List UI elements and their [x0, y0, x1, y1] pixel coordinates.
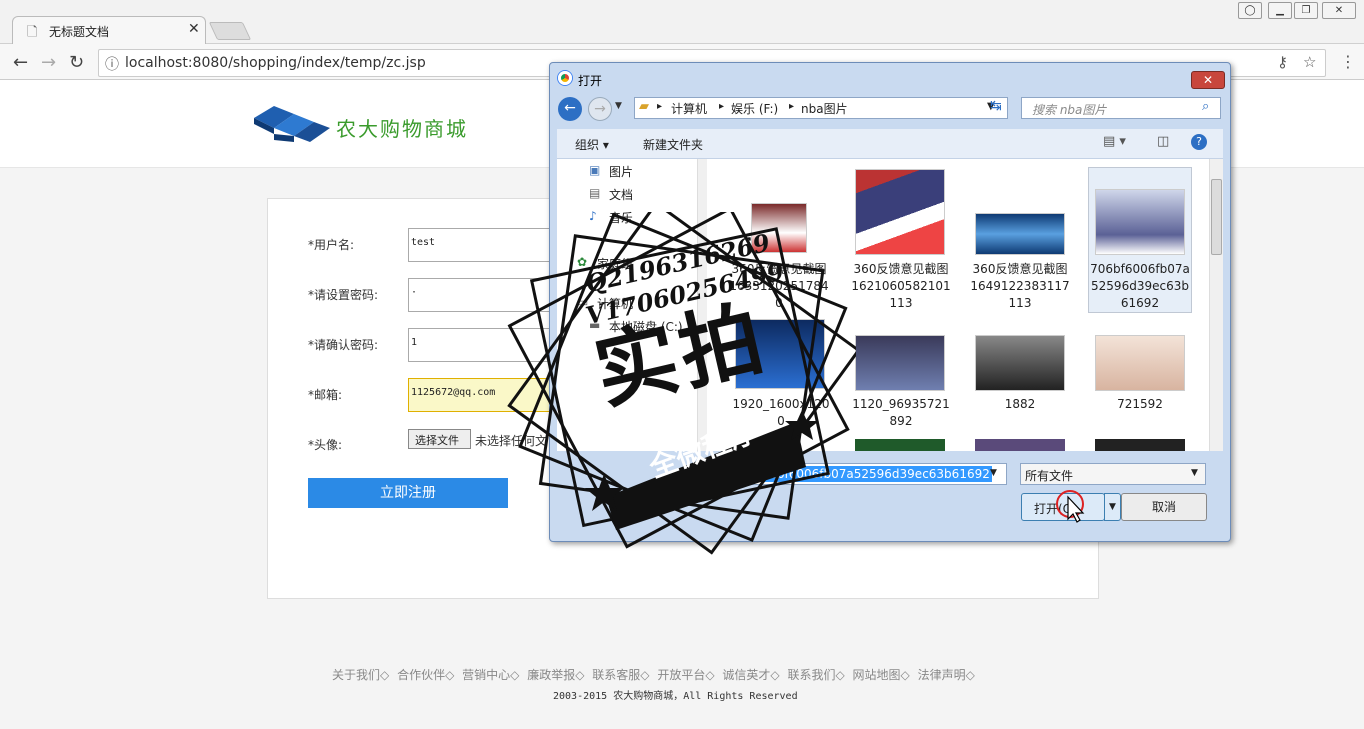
avatar-label: *头像:: [308, 438, 343, 452]
footer-link[interactable]: 廉政举报◇: [527, 668, 584, 682]
maximize-button[interactable]: ❐: [1294, 2, 1318, 19]
email-label: *邮箱:: [308, 388, 343, 402]
open-split-dropdown[interactable]: ▼: [1104, 493, 1121, 521]
search-icon[interactable]: ⌕: [1202, 99, 1209, 114]
dialog-toolbar: 组织 ▾ 新建文件夹 ▤ ▾ ◫ ?: [557, 129, 1223, 159]
tab-close-icon[interactable]: ✕: [188, 21, 200, 37]
history-dropdown-icon[interactable]: ▼: [615, 101, 622, 111]
file-thumbnail[interactable]: [1095, 439, 1185, 451]
scrollbar-thumb[interactable]: [1211, 179, 1222, 255]
file-thumbnail[interactable]: [1095, 335, 1185, 391]
reload-icon[interactable]: ↻: [69, 52, 84, 73]
file-name[interactable]: 360反馈意见截图1621060582101 113: [851, 261, 951, 312]
menu-icon[interactable]: ⋮: [1340, 52, 1356, 71]
new-folder-button[interactable]: 新建文件夹: [643, 136, 703, 153]
user-icon[interactable]: ◯: [1238, 2, 1262, 19]
footer-link[interactable]: 合作伙伴◇: [397, 668, 454, 682]
forward-icon[interactable]: →: [588, 97, 612, 121]
file-thumbnail[interactable]: [855, 169, 945, 255]
breadcrumb-item[interactable]: 娱乐 (F:): [731, 100, 778, 117]
site-logo-text: 农大购物商城: [336, 117, 468, 141]
file-name[interactable]: 721592: [1090, 396, 1190, 413]
cancel-button[interactable]: 取消: [1121, 493, 1207, 521]
confirm-password-label: *请确认密码:: [308, 338, 379, 352]
nav-item-pictures[interactable]: 图片: [609, 163, 633, 180]
back-icon[interactable]: ←: [13, 52, 28, 73]
filetype-select[interactable]: 所有文件 ▼: [1020, 463, 1206, 485]
breadcrumb-item[interactable]: nba图片: [801, 100, 848, 117]
key-icon[interactable]: ⚷: [1277, 53, 1288, 71]
browser-tab[interactable]: 🗋 无标题文档 ✕: [12, 16, 206, 45]
dialog-title: 打开: [578, 74, 603, 88]
file-thumbnail[interactable]: [855, 439, 945, 451]
back-icon[interactable]: ←: [558, 97, 582, 121]
refresh-icon[interactable]: ↹: [990, 98, 1002, 114]
minimize-button[interactable]: ▁: [1268, 2, 1292, 19]
pictures-icon: ▣: [589, 163, 601, 177]
tab-bar: 🗋 无标题文档 ✕ ◯ ▁ ❐ ✕: [0, 0, 1364, 45]
view-icon[interactable]: ▤ ▾: [1103, 134, 1126, 149]
file-thumbnail[interactable]: [855, 335, 945, 391]
file-thumbnail[interactable]: [975, 335, 1065, 391]
footer-link[interactable]: 联系我们◇: [787, 668, 844, 682]
forward-icon[interactable]: →: [41, 52, 56, 73]
breadcrumb-arrow: ▸: [657, 101, 663, 112]
filetype-value: 所有文件: [1025, 469, 1074, 483]
username-label: *用户名:: [308, 238, 355, 252]
organize-menu[interactable]: 组织 ▾: [575, 136, 609, 153]
new-tab-button[interactable]: [208, 22, 252, 40]
mouse-cursor-icon: [1056, 490, 1085, 523]
footer-link[interactable]: 营销中心◇: [462, 668, 519, 682]
file-thumbnail[interactable]: [975, 213, 1065, 255]
documents-icon: ▤: [589, 186, 601, 200]
breadcrumb-arrow: ▸: [719, 101, 725, 112]
tab-title: 无标题文档: [49, 25, 110, 39]
footer-links: 关于我们◇ 合作伙伴◇ 营销中心◇ 廉政举报◇ 联系客服◇ 开放平台◇ 诚信英才…: [332, 666, 979, 683]
chevron-down-icon[interactable]: ▼: [1191, 468, 1198, 478]
file-name[interactable]: 706bf6006fb07a52596d39ec63b61692: [1090, 261, 1190, 312]
file-name[interactable]: 1120_96935721892: [851, 396, 951, 430]
preview-pane-icon[interactable]: ◫: [1157, 134, 1169, 149]
file-name[interactable]: 1882: [970, 396, 1070, 413]
copyright-text: 2003-2015 农大购物商城，All Rights Reserved: [553, 691, 798, 702]
logo-icon: [254, 106, 330, 142]
file-name[interactable]: 360反馈意见截图1649122383117 113: [970, 261, 1070, 312]
footer-link[interactable]: 联系客服◇: [592, 668, 649, 682]
folder-icon: ▰: [639, 99, 649, 114]
file-list-scrollbar[interactable]: [1209, 159, 1223, 451]
address-breadcrumb[interactable]: ▰ ▸ 计算机 ▸ 娱乐 (F:) ▸ nba图片 ▼: [634, 97, 1008, 119]
page-icon: 🗋: [27, 25, 38, 40]
breadcrumb-arrow: ▸: [789, 101, 795, 112]
footer-link[interactable]: 开放平台◇: [657, 668, 714, 682]
password-label: *请设置密码:: [308, 288, 379, 302]
footer-link[interactable]: 诚信英才◇: [722, 668, 779, 682]
url-text: localhost:8080/shopping/index/temp/zc.js…: [125, 55, 426, 71]
choose-file-button[interactable]: 选择文件: [408, 429, 471, 449]
footer-link[interactable]: 关于我们◇: [332, 668, 389, 682]
breadcrumb-item[interactable]: 计算机: [671, 100, 707, 117]
close-window-button[interactable]: ✕: [1322, 2, 1356, 19]
file-thumbnail[interactable]: [1095, 189, 1185, 255]
nav-item-documents[interactable]: 文档: [609, 186, 633, 203]
footer-link[interactable]: 网站地图◇: [853, 668, 910, 682]
dialog-search-input[interactable]: 搜索 nba图片: [1021, 97, 1221, 119]
file-thumbnail[interactable]: [975, 439, 1065, 451]
chevron-down-icon[interactable]: ▼: [990, 468, 997, 478]
dialog-close-button[interactable]: ✕: [1191, 71, 1225, 89]
info-icon[interactable]: ⓘ: [105, 54, 119, 74]
footer-link[interactable]: 法律声明◇: [918, 668, 975, 682]
star-icon[interactable]: ☆: [1303, 53, 1316, 71]
help-icon[interactable]: ?: [1191, 134, 1207, 150]
chrome-icon: [558, 71, 572, 85]
register-button[interactable]: 立即注册: [308, 478, 508, 508]
